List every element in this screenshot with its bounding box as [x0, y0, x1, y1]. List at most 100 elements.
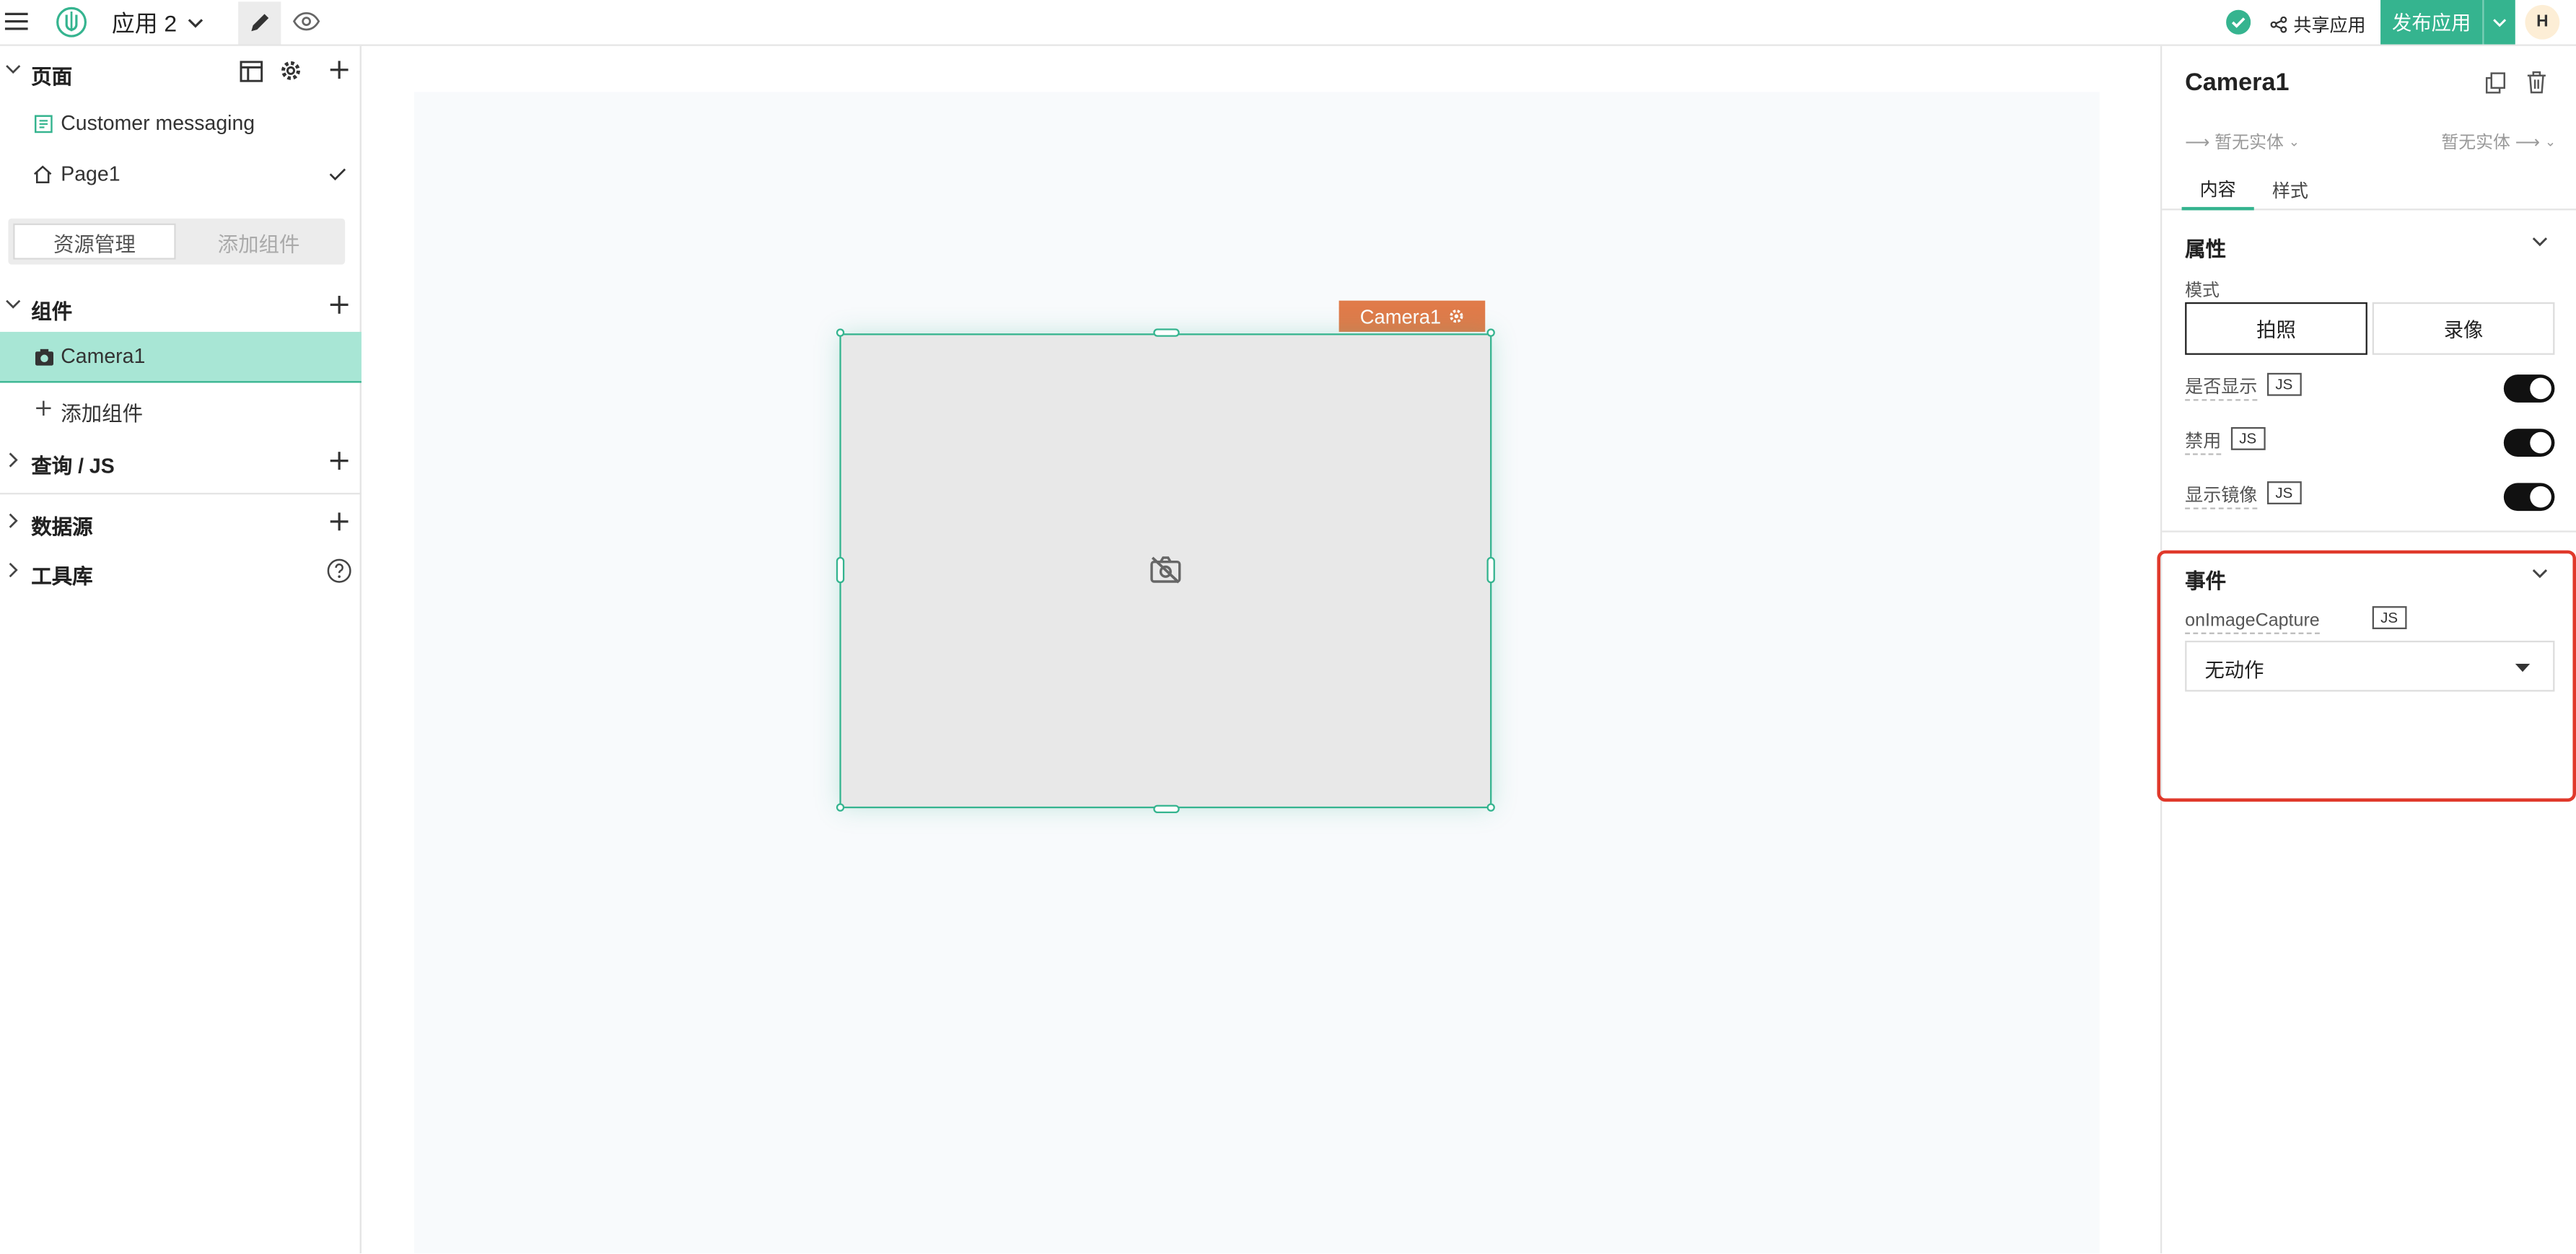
app-name: 应用 2: [111, 9, 178, 37]
arrow-right-icon: ⟶: [2515, 132, 2541, 152]
pages-title: 页面: [31, 66, 73, 89]
visible-property-row: 是否显示 JS: [2185, 372, 2555, 406]
action-select[interactable]: 无动作: [2185, 640, 2555, 692]
mirror-label: 显示镜像: [2185, 486, 2258, 509]
disabled-property-row: 禁用 JS: [2185, 426, 2555, 460]
page-settings-gear-icon[interactable]: [279, 59, 302, 82]
add-widget-link[interactable]: 添加组件: [0, 394, 362, 427]
current-page-check-icon: [328, 167, 346, 181]
tab-add-widget[interactable]: 添加组件: [178, 224, 340, 260]
add-datasource-plus-icon[interactable]: [330, 512, 349, 531]
libraries-section-header[interactable]: 工具库: [0, 557, 362, 589]
widget-name-tag-label: Camera1: [1359, 304, 1442, 328]
resize-handle-bottom-left[interactable]: [836, 803, 845, 812]
divider: [2162, 530, 2576, 532]
tab-content[interactable]: 内容: [2181, 171, 2254, 211]
expand-chevron-icon[interactable]: [8, 512, 19, 529]
widgets-section-header[interactable]: 组件: [0, 292, 362, 324]
publish-app-button[interactable]: 发布应用: [2380, 0, 2515, 45]
resize-handle-left[interactable]: [836, 556, 845, 584]
visible-switch[interactable]: [2503, 374, 2555, 403]
plus-icon: [36, 400, 51, 416]
libraries-title: 工具库: [31, 565, 93, 589]
widget-name-tag[interactable]: Camera1: [1339, 300, 1486, 332]
property-pane: Camera1 ⟶ 暂无实体 ⌄ 暂无实体 ⟶ ⌄ 内容 样式 属性 模式 拍照…: [2157, 45, 2576, 1254]
share-app-label: 共享应用: [2293, 16, 2366, 37]
widget-title[interactable]: Camera1: [2185, 69, 2289, 97]
camera-widget[interactable]: [839, 333, 1492, 809]
resize-handle-bottom-right[interactable]: [1486, 803, 1495, 812]
app-logo-icon: [56, 6, 87, 38]
add-page-plus-icon[interactable]: [330, 61, 349, 79]
add-widget-label: 添加组件: [61, 402, 144, 426]
visible-label: 是否显示: [2185, 378, 2258, 401]
resize-handle-bottom[interactable]: [1153, 804, 1180, 814]
action-select-value: 无动作: [2204, 658, 2264, 682]
page-item-customer-messaging[interactable]: Customer messaging: [0, 105, 362, 145]
page-item-page1[interactable]: Page1: [0, 156, 362, 196]
disabled-js-toggle[interactable]: JS: [2230, 426, 2265, 450]
resize-handle-right[interactable]: [1486, 556, 1495, 584]
divider: [0, 493, 362, 495]
queries-section-header[interactable]: 查询 / JS: [0, 447, 362, 478]
top-bar: 应用 2 共享应用 发布应用 H: [0, 0, 2576, 46]
edit-mode-button[interactable]: [238, 1, 281, 45]
explorer-tab-switcher: 资源管理 添加组件: [8, 218, 346, 265]
datasources-section-header[interactable]: 数据源: [0, 508, 362, 539]
chevron-down-icon: ⌄: [2544, 134, 2557, 150]
chevron-down-icon: ⌄: [2288, 134, 2300, 150]
pencil-icon: [251, 14, 269, 32]
widgets-title: 组件: [31, 300, 73, 324]
camera-icon: [35, 348, 54, 367]
mirror-js-toggle[interactable]: JS: [2266, 481, 2301, 504]
pages-section-header[interactable]: 页面: [0, 59, 362, 89]
arrow-right-icon: ⟶: [2185, 132, 2210, 152]
datasources-title: 数据源: [31, 515, 93, 539]
page-template-icon: [34, 115, 53, 133]
home-icon: [33, 165, 53, 184]
preview-eye-icon[interactable]: [292, 10, 320, 33]
events-collapse-chevron-icon[interactable]: [2532, 569, 2549, 580]
widget-settings-gear-icon[interactable]: [1450, 309, 1464, 323]
tab-resource-management[interactable]: 资源管理: [13, 223, 176, 260]
collapse-chevron-icon[interactable]: [5, 299, 22, 310]
expand-chevron-icon[interactable]: [8, 562, 19, 579]
widget-item-camera1[interactable]: Camera1: [0, 331, 362, 383]
disabled-label: 禁用: [2185, 432, 2222, 455]
disabled-switch[interactable]: [2503, 429, 2555, 457]
resize-handle-top-right[interactable]: [1486, 328, 1495, 337]
outgoing-entity-dropdown[interactable]: 暂无实体 ⟶ ⌄: [2441, 130, 2556, 154]
share-app-button[interactable]: 共享应用: [2270, 12, 2366, 38]
expand-chevron-icon[interactable]: [8, 452, 19, 468]
page-label: Customer messaging: [61, 111, 255, 135]
page-layout-icon[interactable]: [240, 61, 263, 82]
mode-photo-button[interactable]: 拍照: [2185, 302, 2367, 355]
mode-video-button[interactable]: 录像: [2372, 302, 2555, 355]
entity-left-label: 暂无实体: [2214, 133, 2284, 153]
on-image-capture-label: onImageCapture: [2185, 611, 2320, 634]
collapse-chevron-icon[interactable]: [5, 64, 22, 76]
visible-js-toggle[interactable]: JS: [2266, 372, 2301, 396]
incoming-entity-dropdown[interactable]: ⟶ 暂无实体 ⌄: [2185, 130, 2300, 154]
app-name-dropdown[interactable]: 应用 2: [112, 8, 203, 38]
page-label: Page1: [61, 162, 121, 186]
delete-widget-icon[interactable]: [2527, 71, 2546, 94]
left-sidebar: 页面 Customer messaging Page1 资源管理 添加组件 组件…: [0, 45, 362, 1254]
properties-collapse-chevron-icon[interactable]: [2532, 237, 2549, 248]
copy-widget-icon[interactable]: [2485, 72, 2506, 94]
share-icon: [2270, 16, 2287, 33]
queries-title: 查询 / JS: [31, 455, 115, 478]
mirror-switch[interactable]: [2503, 483, 2555, 512]
publish-chevron-icon[interactable]: [2482, 0, 2515, 45]
add-query-plus-icon[interactable]: [330, 452, 349, 470]
mirror-property-row: 显示镜像 JS: [2185, 481, 2555, 514]
resize-handle-top-left[interactable]: [836, 328, 845, 337]
tab-style[interactable]: 样式: [2257, 171, 2323, 211]
menu-icon[interactable]: [4, 10, 28, 33]
on-image-capture-js-toggle[interactable]: JS: [2372, 606, 2406, 630]
user-avatar[interactable]: H: [2525, 4, 2560, 40]
help-circle-icon[interactable]: [327, 558, 351, 583]
resize-handle-top[interactable]: [1153, 328, 1180, 337]
camera-off-icon: [1150, 556, 1181, 585]
add-widget-plus-icon[interactable]: [330, 295, 349, 314]
